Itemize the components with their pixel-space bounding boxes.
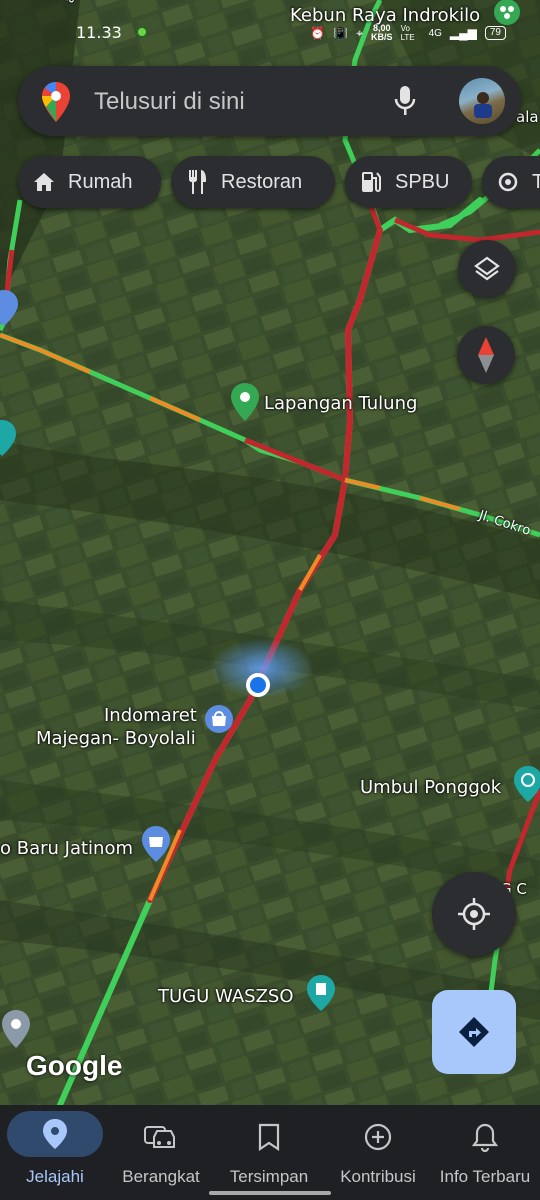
add-circle-icon (350, 1117, 406, 1157)
explore-pin-icon (7, 1111, 103, 1157)
bottom-navigation: Jelajahi Berangkat Tersimpan Kontribusi … (0, 1105, 540, 1200)
monument-marker-icon[interactable] (307, 975, 335, 1011)
label-baru-jatinom[interactable]: o Baru Jatinom (0, 838, 133, 859)
directions-button[interactable] (432, 990, 516, 1074)
alarm-icon: ⏰ (310, 26, 326, 40)
status-icons: ⏰ 📳 ⌖ 8,00 KB/S Vo LTE 4G ▂▄▆ 79 (310, 24, 506, 42)
speed-unit: KB/S (371, 32, 393, 42)
chip-attractions[interactable]: T (482, 156, 540, 208)
chip-home[interactable]: Rumah (18, 156, 161, 208)
status-bar: 11.33 ⏰ 📳 ⌖ 8,00 KB/S Vo LTE 4G ▂▄▆ 79 (0, 0, 540, 60)
account-avatar[interactable] (459, 78, 505, 124)
search-input[interactable]: Telusuri di sini (94, 88, 245, 116)
label-indomaret[interactable]: Indomaret (104, 705, 197, 726)
gas-station-icon (359, 170, 383, 194)
layers-button[interactable] (458, 240, 516, 298)
bell-icon (457, 1117, 513, 1157)
microphone-icon[interactable] (394, 86, 416, 116)
attraction-marker-icon[interactable] (514, 766, 540, 802)
nav-label: Jelajahi (26, 1167, 84, 1186)
place-marker-icon[interactable] (2, 1010, 30, 1048)
compass-button[interactable] (457, 326, 515, 384)
compass-icon (478, 337, 494, 373)
my-location-button[interactable] (432, 872, 516, 956)
chip-label: SPBU (395, 170, 450, 193)
home-indicator[interactable] (209, 1191, 331, 1195)
nav-label: Info Terbaru (439, 1167, 531, 1186)
vibrate-icon: 📳 (333, 26, 349, 40)
chip-gas[interactable]: SPBU (345, 156, 472, 208)
volte-label: Vo LTE (400, 24, 415, 42)
attraction-icon (496, 170, 520, 194)
google-maps-logo-icon (42, 82, 70, 122)
store-marker-icon[interactable] (204, 704, 234, 734)
nav-explore[interactable]: Jelajahi (0, 1105, 110, 1200)
location-indicator-icon (136, 26, 148, 38)
nav-label: Tersimpan (229, 1167, 309, 1186)
chip-label: Rumah (68, 170, 133, 193)
chip-label: Restoran (221, 170, 303, 193)
nav-contribute[interactable]: Kontribusi (323, 1105, 433, 1200)
label-tugu[interactable]: TUGU WASZSO (158, 986, 294, 1007)
nav-label: Berangkat (122, 1167, 200, 1186)
crosshair-icon (458, 898, 490, 930)
status-time: 11.33 (76, 23, 122, 42)
network-speed: 8,00 KB/S (371, 24, 393, 42)
search-bar[interactable]: Telusuri di sini (18, 66, 521, 136)
cart-marker-icon[interactable] (0, 290, 22, 326)
location-icon: ⌖ (356, 25, 364, 40)
label-umbul-ponggok[interactable]: Umbul Ponggok (360, 777, 501, 798)
camera-marker-icon[interactable] (0, 420, 18, 456)
car-icon (133, 1117, 189, 1157)
label-indomaret-sub[interactable]: Majegan- Boyolali (36, 728, 196, 749)
chip-restaurant[interactable]: Restoran (171, 156, 335, 208)
chip-label: T (532, 170, 540, 193)
home-icon (32, 170, 56, 194)
nav-label: Kontribusi (340, 1167, 416, 1186)
layers-icon (474, 256, 500, 281)
bookmark-icon (241, 1117, 297, 1157)
nav-saved[interactable]: Tersimpan (214, 1105, 324, 1200)
battery-icon: 79 (484, 26, 506, 40)
google-logo: Google (26, 1050, 123, 1081)
nav-go[interactable]: Berangkat (106, 1105, 216, 1200)
shopping-marker-icon[interactable] (141, 826, 171, 862)
directions-icon (459, 1017, 489, 1047)
restaurant-icon (185, 170, 209, 194)
label-lapangan-tulung[interactable]: Lapangan Tulung (264, 393, 417, 414)
park-marker-icon[interactable] (230, 383, 260, 421)
signal-label: 4G (428, 27, 442, 39)
nav-updates[interactable]: Info Terbaru (430, 1105, 540, 1200)
signal-bars-icon: ▂▄▆ (449, 26, 477, 40)
